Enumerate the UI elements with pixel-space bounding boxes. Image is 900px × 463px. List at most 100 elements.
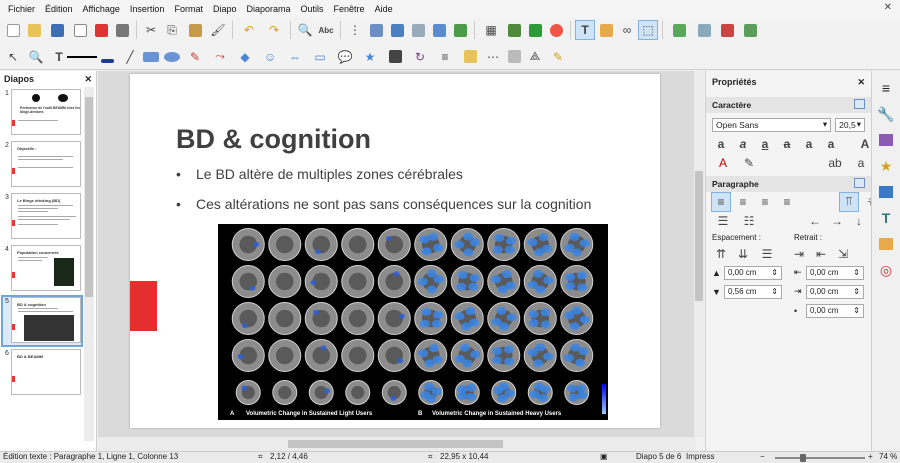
- zoom-icon[interactable]: 🔍: [25, 48, 47, 66]
- slide-layout-icon[interactable]: [739, 21, 761, 39]
- filter-icon[interactable]: ✎: [547, 48, 569, 66]
- menu-file[interactable]: Fichier: [3, 4, 40, 14]
- menu-edit[interactable]: Édition: [40, 4, 78, 14]
- navigator-tab-icon[interactable]: ◎: [876, 261, 896, 279]
- rotate-icon[interactable]: ↻: [409, 48, 431, 66]
- move-down-icon[interactable]: ↓: [850, 212, 868, 230]
- numbering-icon[interactable]: ☷: [738, 212, 760, 230]
- slides-panel-scrollbar[interactable]: [84, 87, 94, 441]
- arrange-icon[interactable]: [459, 48, 481, 66]
- menu-tools[interactable]: Outils: [296, 4, 329, 14]
- spellcheck-icon[interactable]: Abc: [317, 21, 335, 39]
- underline-icon[interactable]: a: [756, 135, 774, 153]
- cut-icon[interactable]: ✂: [142, 21, 160, 39]
- increase-indent-icon[interactable]: ⇥: [790, 245, 808, 263]
- indent-first-line-field[interactable]: 0,00 cm ⇕: [806, 303, 864, 318]
- align-right-icon[interactable]: ≡: [756, 193, 774, 211]
- clone-formatting-icon[interactable]: 🖌: [209, 21, 227, 39]
- paste-icon[interactable]: [184, 21, 206, 39]
- master-slide-icon[interactable]: [409, 21, 427, 39]
- redo-icon[interactable]: ↷: [263, 21, 285, 39]
- sidebar-menu-icon[interactable]: ≡: [876, 79, 896, 97]
- paragraph-section-header[interactable]: Paragraphe: [706, 176, 871, 192]
- spacing-below-field[interactable]: 0,56 cm ⇕: [724, 284, 782, 299]
- slide-thumbnail-3[interactable]: 3 Le Binge drinking (BD): [3, 193, 81, 241]
- highlight-color-icon[interactable]: ✎: [738, 154, 760, 172]
- hyperlink-icon[interactable]: ∞: [618, 21, 636, 39]
- current-slide[interactable]: BD & cognition • Le BD altère de multiple…: [130, 74, 660, 428]
- copy-icon[interactable]: ⎘: [163, 21, 181, 39]
- menu-help[interactable]: Aide: [370, 4, 398, 14]
- slide-bullet-1[interactable]: • Le BD altère de multiples zones cérébra…: [176, 166, 463, 182]
- align-left-icon[interactable]: ≡: [711, 191, 731, 212]
- export-pdf-icon[interactable]: [92, 21, 110, 39]
- new-slide-icon[interactable]: [668, 21, 690, 39]
- slide-thumbnail-5[interactable]: 5 BD & cognition: [1, 295, 83, 347]
- indent-before-field[interactable]: 0,00 cm ⇕: [806, 265, 864, 280]
- find-replace-icon[interactable]: 🔍: [296, 21, 314, 39]
- more-options-icon[interactable]: [854, 178, 865, 188]
- print-icon[interactable]: [113, 21, 131, 39]
- slide-thumbnail-1[interactable]: 1 Pertinence de l'outil BEAMM chez les b…: [3, 89, 81, 137]
- distribute-icon[interactable]: ⋯: [484, 48, 502, 66]
- flowchart-icon[interactable]: ▭: [309, 48, 331, 66]
- stars-icon[interactable]: ★: [359, 48, 381, 66]
- font-size-select[interactable]: 20,5 ▾: [835, 117, 865, 132]
- helplines-icon[interactable]: [367, 21, 385, 39]
- align-objects-icon[interactable]: ≡: [434, 48, 456, 66]
- clear-formatting-icon[interactable]: a: [850, 154, 872, 172]
- slide-thumbnail-6[interactable]: 6 BD & BEAMM: [3, 349, 81, 397]
- zoom-slider-handle[interactable]: [800, 454, 806, 462]
- character-spacing-icon[interactable]: ab: [824, 154, 846, 172]
- canvas-horizontal-scrollbar[interactable]: [98, 437, 696, 451]
- pie-chart-icon[interactable]: [547, 21, 565, 39]
- align-justify-icon[interactable]: ≡: [778, 193, 796, 211]
- slide-bullet-2[interactable]: • Ces altérations ne sont pas sans conséq…: [176, 196, 591, 212]
- italic-icon[interactable]: a: [734, 135, 752, 153]
- open-folder-icon[interactable]: [25, 21, 43, 39]
- fontwork-icon[interactable]: [597, 21, 615, 39]
- slide-title[interactable]: BD & cognition: [176, 124, 371, 155]
- line-width-icon[interactable]: [67, 48, 97, 66]
- slide-transition-tab-icon[interactable]: [876, 183, 896, 201]
- export-icon[interactable]: [71, 21, 89, 39]
- image-icon[interactable]: [505, 21, 523, 39]
- decrease-indent-icon[interactable]: ⇤: [812, 245, 830, 263]
- canvas-vertical-scrollbar[interactable]: [694, 71, 704, 437]
- brain-scan-image[interactable]: A Volumetric Change in Sustained Light U…: [218, 224, 608, 420]
- display-views-icon[interactable]: [388, 21, 406, 39]
- more-options-icon[interactable]: [854, 99, 865, 109]
- close-panel-icon[interactable]: ✕: [84, 74, 92, 85]
- present-icon[interactable]: [451, 21, 469, 39]
- block-arrows-icon[interactable]: ⇔: [284, 48, 306, 66]
- undo-icon[interactable]: ↶: [238, 21, 260, 39]
- chart-icon[interactable]: [526, 21, 544, 39]
- bullets-icon[interactable]: ☰: [712, 212, 734, 230]
- rectangle-tool-icon[interactable]: [142, 48, 160, 66]
- styles-tab-icon[interactable]: T: [876, 209, 896, 227]
- align-center-icon[interactable]: ≡: [734, 193, 752, 211]
- ellipse-tool-icon[interactable]: [163, 48, 181, 66]
- outline-text-icon[interactable]: a: [822, 135, 840, 153]
- zoom-out-icon[interactable]: −: [760, 452, 765, 461]
- gallery-tab-icon[interactable]: [876, 235, 896, 253]
- menu-slide[interactable]: Diapo: [208, 4, 242, 14]
- line-spacing-icon[interactable]: ☰: [756, 245, 778, 263]
- properties-tab-icon[interactable]: 🔧: [876, 105, 896, 123]
- spacing-above-field[interactable]: 0,00 cm ⇕: [724, 265, 782, 280]
- 3d-objects-icon[interactable]: [384, 48, 406, 66]
- align-top-icon[interactable]: ⫪: [839, 191, 859, 212]
- callouts-icon[interactable]: 💬: [334, 48, 356, 66]
- menu-format[interactable]: Format: [169, 4, 208, 14]
- shadow-text-icon[interactable]: a: [800, 135, 818, 153]
- table-icon[interactable]: ▦: [480, 21, 502, 39]
- basic-shapes-icon[interactable]: ◆: [234, 48, 256, 66]
- duplicate-slide-icon[interactable]: [693, 21, 715, 39]
- animation-tab-icon[interactable]: ★: [876, 157, 896, 175]
- insert-text-icon[interactable]: T: [50, 48, 68, 66]
- increase-spacing-icon[interactable]: ⇈: [712, 245, 730, 263]
- font-color-icon[interactable]: A: [712, 154, 734, 172]
- delete-slide-icon[interactable]: [718, 21, 736, 39]
- zoom-in-icon[interactable]: +: [868, 452, 873, 461]
- menu-view[interactable]: Affichage: [78, 4, 125, 14]
